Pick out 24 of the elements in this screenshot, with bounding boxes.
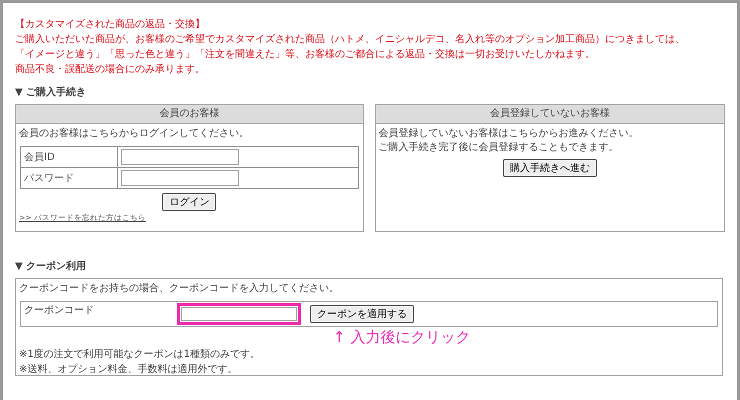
field-label: クーポンコード bbox=[23, 304, 95, 318]
section-heading: ▼ ご購入手続き bbox=[15, 86, 86, 100]
panel-title: 会員登録していないお客様 bbox=[376, 105, 724, 124]
login-button[interactable]: ログイン bbox=[162, 193, 216, 211]
section-heading: ▼ クーポン利用 bbox=[15, 260, 86, 274]
annotation-text: ↑ 入力後にクリック bbox=[333, 329, 470, 345]
field-label: 会員ID bbox=[20, 146, 118, 168]
panel-title: 会員のお客様 bbox=[16, 105, 362, 124]
apply-coupon-button[interactable]: クーポンを適用する bbox=[310, 305, 414, 323]
input-field[interactable] bbox=[121, 170, 239, 186]
notice-text: ご購入いただいた商品が、お客様のご希望でカスタマイズされた商品（ハトメ、イニシャルデコ、名入れ等のオプション加工商品）につきましては、 bbox=[15, 32, 685, 47]
panel-text: クーポンコードをお持ちの場合、クーポンコードを入力してください。 bbox=[18, 282, 340, 296]
notice-text: 「イメージと違う」「思った色と違う」「注文を間違えた」等、お客様のご都合による返品・交換は一切お受けいたしかねます。 bbox=[15, 48, 595, 62]
input-field[interactable] bbox=[121, 149, 239, 165]
note-text: ※送料、オプション料金、手数料は適用外です。 bbox=[18, 362, 238, 377]
panel-text: 会員登録していないお客様はこちらからお進みください。 bbox=[378, 126, 640, 141]
notice-text: 商品不良・誤配送の場合にのみ承ります。 bbox=[15, 62, 205, 77]
panel-text: 会員のお客様はこちらからログインしてください。 bbox=[18, 126, 250, 141]
panel-text: ご購入手続き完了後に会員登録することもできます。 bbox=[378, 141, 620, 155]
notice-title: 【カスタマイズされた商品の返品・交換】 bbox=[15, 18, 205, 32]
note-text: ※1度の注文で利用可能なクーポンは1種類のみです。 bbox=[18, 348, 262, 362]
coupon-code-field[interactable] bbox=[177, 303, 301, 325]
proceed-button[interactable]: 購入手続きへ進む bbox=[502, 159, 597, 177]
field-label: パスワード bbox=[20, 168, 118, 188]
